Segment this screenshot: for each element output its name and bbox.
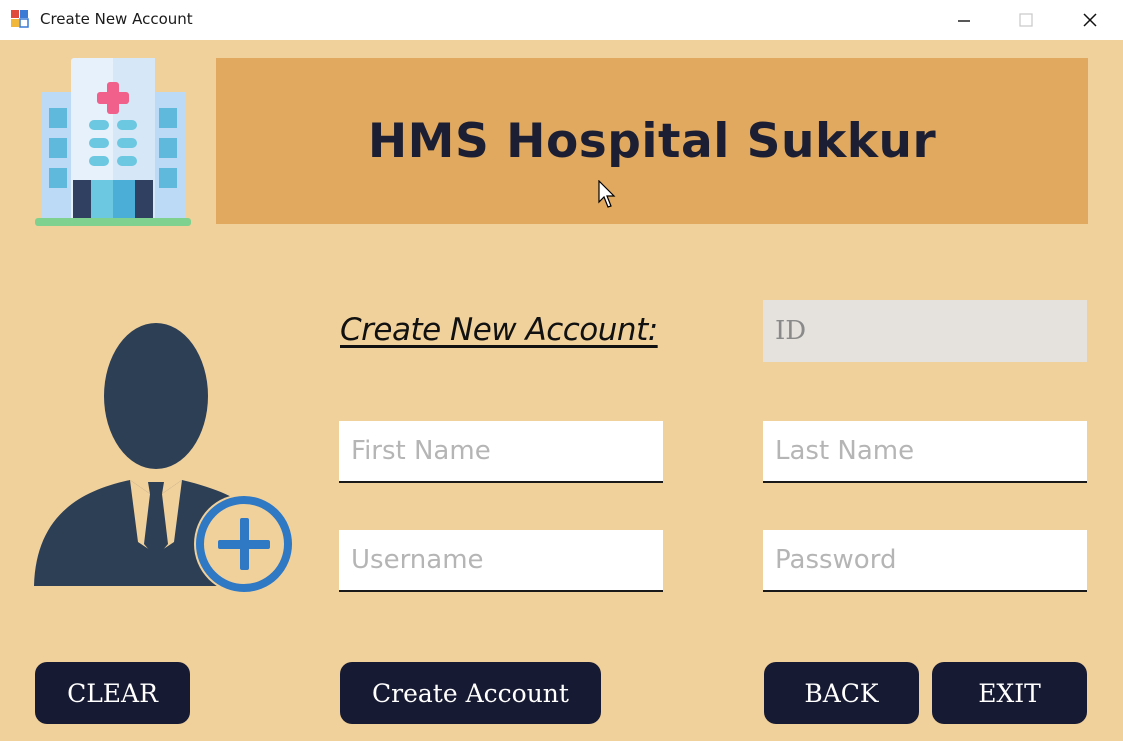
close-icon [1083,13,1097,27]
password-field[interactable] [763,530,1087,592]
last-name-field[interactable] [763,421,1087,483]
clear-button[interactable]: CLEAR [35,662,190,724]
username-field[interactable] [339,530,663,592]
id-field[interactable] [763,300,1087,362]
form-heading: Create New Account: [340,312,658,348]
first-name-field[interactable] [339,421,663,483]
hospital-building-icon [35,58,191,226]
user-add-icon [34,323,294,594]
back-button[interactable]: BACK [764,662,919,724]
hospital-title: HMS Hospital Sukkur [367,113,937,169]
minimize-button[interactable] [934,0,994,40]
create-account-window: Create New Account HMS Hospital Sukkur C… [0,0,1123,741]
mouse-cursor-icon [598,180,616,208]
title-bar: Create New Account [0,0,1123,40]
window-title: Create New Account [40,10,193,28]
minimize-icon [958,20,970,22]
header-banner: HMS Hospital Sukkur [216,58,1088,224]
maximize-button[interactable] [996,0,1056,40]
create-account-button[interactable]: Create Account [340,662,601,724]
close-button[interactable] [1060,0,1120,40]
app-form-icon [11,10,29,28]
exit-button[interactable]: EXIT [932,662,1087,724]
maximize-icon [1019,13,1033,27]
client-area: HMS Hospital Sukkur Create New Account: … [0,40,1123,741]
